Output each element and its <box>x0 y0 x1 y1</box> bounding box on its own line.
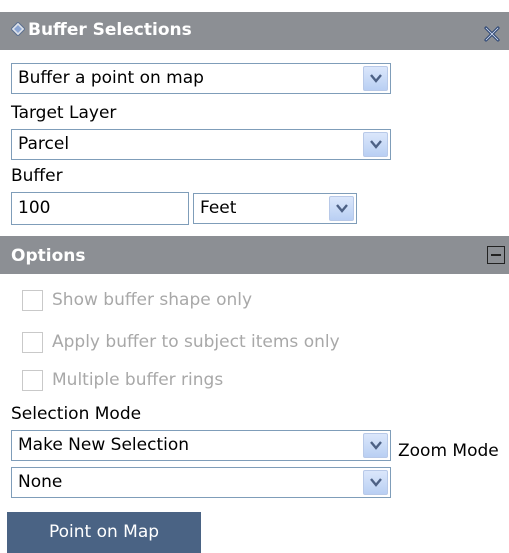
chevron-down-icon[interactable] <box>363 66 388 91</box>
checkbox-box[interactable] <box>22 290 43 311</box>
buffer-method-dropdown[interactable]: Buffer a point on map <box>11 63 391 94</box>
checkbox-box[interactable] <box>22 370 43 391</box>
buffer-distance-value: 100 <box>18 198 51 218</box>
target-layer-label: Target Layer <box>11 103 117 123</box>
buffer-unit-value: Feet <box>200 198 237 218</box>
buffer-label: Buffer <box>11 166 63 186</box>
checkbox-label: Multiple buffer rings <box>52 370 224 390</box>
move-handle-icon[interactable] <box>11 22 25 36</box>
buffer-method-value: Buffer a point on map <box>18 68 204 88</box>
selection-mode-dropdown[interactable]: Make New Selection <box>11 430 391 461</box>
zoom-mode-value: None <box>18 472 63 492</box>
zoom-mode-dropdown[interactable]: None <box>11 467 391 498</box>
options-title: Options <box>11 246 86 266</box>
chevron-down-icon[interactable] <box>329 196 354 221</box>
panel-header: Buffer Selections <box>0 12 509 50</box>
close-icon[interactable] <box>483 25 501 43</box>
checkbox-box[interactable] <box>22 332 43 353</box>
selection-mode-label: Selection Mode <box>11 404 142 424</box>
buffer-unit-dropdown[interactable]: Feet <box>193 193 357 224</box>
target-layer-value: Parcel <box>18 134 70 154</box>
checkbox-label: Apply buffer to subject items only <box>52 332 340 352</box>
selection-mode-value: Make New Selection <box>18 435 190 455</box>
target-layer-dropdown[interactable]: Parcel <box>11 129 391 160</box>
collapse-icon[interactable] <box>487 246 505 264</box>
chevron-down-icon[interactable] <box>363 470 388 495</box>
panel-title: Buffer Selections <box>28 20 192 40</box>
chevron-down-icon[interactable] <box>363 433 388 458</box>
options-header: Options <box>0 236 509 274</box>
zoom-mode-label: Zoom Mode <box>398 441 499 461</box>
checkbox-label: Show buffer shape only <box>52 290 253 310</box>
point-on-map-button[interactable]: Point on Map <box>7 512 201 553</box>
buffer-distance-input[interactable]: 100 <box>11 192 189 225</box>
chevron-down-icon[interactable] <box>363 132 388 157</box>
